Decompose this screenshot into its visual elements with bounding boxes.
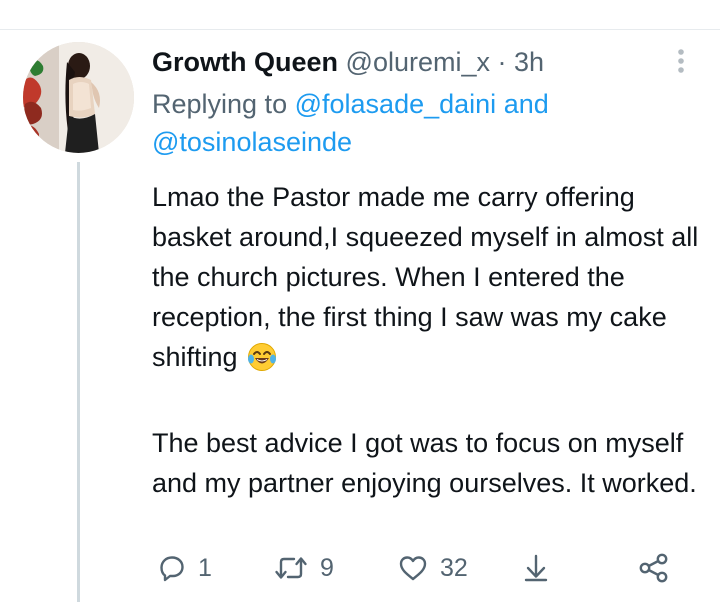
- replying-prefix: Replying to: [152, 89, 288, 119]
- tweet-actions: 1 9 32: [152, 548, 682, 588]
- retweet-icon: [275, 557, 307, 579]
- share-button[interactable]: [638, 548, 670, 588]
- avatar-photo: [23, 42, 134, 153]
- replying-and: and: [503, 89, 549, 119]
- tweet-body: Growth Queen @oluremi_x · 3h Replying to…: [152, 43, 702, 503]
- avatar[interactable]: [23, 42, 134, 153]
- reply-count: 1: [198, 554, 212, 582]
- user-handle[interactable]: @oluremi_x: [346, 47, 490, 77]
- mention-link-1[interactable]: @folasade_daini: [295, 89, 497, 119]
- download-button[interactable]: [522, 548, 550, 588]
- thread-line: [77, 162, 80, 602]
- display-name[interactable]: Growth Queen: [152, 47, 338, 77]
- header-separator: ·: [497, 47, 507, 77]
- heart-icon: [399, 556, 427, 581]
- retweet-count: 9: [320, 554, 334, 582]
- like-count: 32: [440, 554, 468, 582]
- like-button[interactable]: 32: [398, 548, 468, 588]
- tweet-header: Growth Queen @oluremi_x · 3h: [152, 43, 702, 81]
- tweet-text-part-2: The best advice I got was to focus on my…: [152, 428, 697, 498]
- top-divider: [0, 29, 720, 30]
- face-with-tears-of-joy-icon: [247, 342, 277, 383]
- retweet-button[interactable]: 9: [274, 548, 334, 588]
- share-icon: [639, 553, 668, 583]
- reply-button[interactable]: 1: [158, 548, 212, 588]
- tweet-text: Lmao the Pastor made me carry offering b…: [152, 177, 702, 503]
- mention-link-2[interactable]: @tosinolaseinde: [152, 127, 352, 157]
- replying-to: Replying to @folasade_daini and @tosinol…: [152, 85, 702, 161]
- tweet-text-part-1: Lmao the Pastor made me carry offering b…: [152, 182, 699, 372]
- reply-icon: [160, 556, 184, 582]
- download-icon: [524, 554, 548, 582]
- tweet-time[interactable]: 3h: [514, 47, 544, 77]
